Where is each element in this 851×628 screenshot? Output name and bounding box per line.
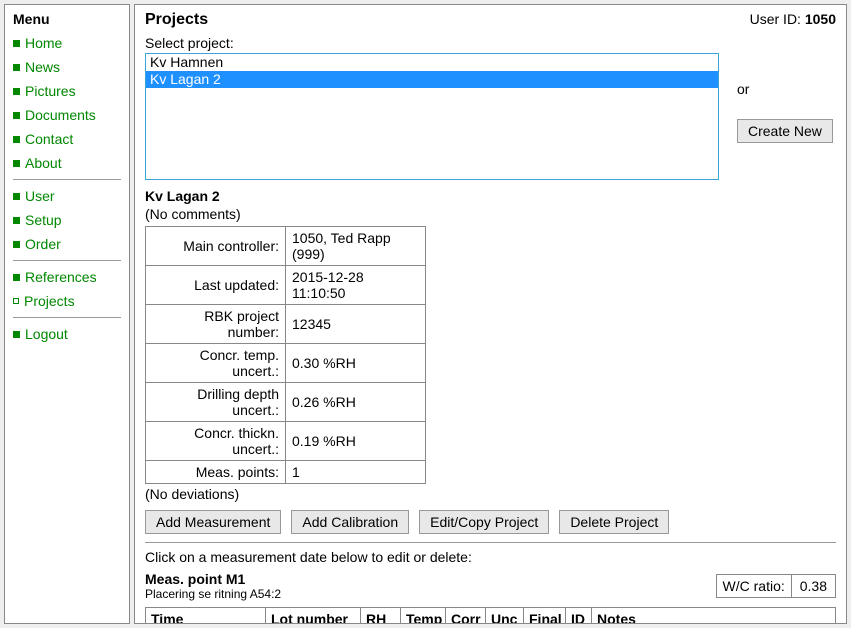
add-calibration-button[interactable]: Add Calibration	[291, 510, 409, 534]
sidebar-item-label: Logout	[25, 326, 68, 342]
bullet-icon	[13, 331, 20, 338]
column-header: Corr	[446, 608, 486, 625]
sidebar-item-logout[interactable]: Logout	[13, 322, 121, 346]
property-key: Concr. temp. uncert.:	[146, 344, 286, 383]
sidebar-item-label: References	[25, 269, 97, 285]
property-value: 0.30 %RH	[286, 344, 426, 383]
project-option[interactable]: Kv Hamnen	[146, 54, 718, 71]
sidebar-item-label: About	[25, 155, 62, 171]
column-header: Time	[146, 608, 266, 625]
column-header: ID	[566, 608, 592, 625]
bullet-icon	[13, 112, 20, 119]
bullet-icon	[13, 64, 20, 71]
edit-copy-project-button[interactable]: Edit/Copy Project	[419, 510, 549, 534]
wc-ratio-label: W/C ratio:	[717, 575, 791, 597]
sidebar-item-home[interactable]: Home	[13, 31, 121, 55]
bullet-icon	[13, 274, 20, 281]
bullet-icon	[13, 298, 19, 304]
project-option[interactable]: Kv Lagan 2	[146, 71, 718, 88]
sidebar-menu: Menu Home News Pictures Documents Contact Abo…	[4, 4, 130, 624]
column-header: Lot number	[266, 608, 361, 625]
sidebar-item-contact[interactable]: Contact	[13, 127, 121, 151]
project-comments: (No comments)	[145, 206, 836, 222]
meas-point-subtitle: Placering se ritning A54:2	[145, 587, 281, 601]
property-key: Concr. thickn. uncert.:	[146, 422, 286, 461]
sidebar-item-references[interactable]: References	[13, 265, 121, 289]
bullet-icon	[13, 193, 20, 200]
property-value: 1	[286, 461, 426, 484]
project-select[interactable]: Kv HamnenKv Lagan 2	[145, 53, 719, 180]
column-header: Final	[524, 608, 566, 625]
main-panel: Projects User ID: 1050 Select project: K…	[134, 4, 847, 624]
sidebar-item-label: Documents	[25, 107, 96, 123]
property-value: 0.26 %RH	[286, 383, 426, 422]
property-key: Meas. points:	[146, 461, 286, 484]
bullet-icon	[13, 40, 20, 47]
sidebar-item-documents[interactable]: Documents	[13, 103, 121, 127]
column-header: Temp	[401, 608, 446, 625]
select-project-label: Select project:	[145, 35, 836, 51]
column-header: RH	[361, 608, 401, 625]
property-value: 0.19 %RH	[286, 422, 426, 461]
project-name: Kv Lagan 2	[145, 188, 836, 204]
sidebar-item-news[interactable]: News	[13, 55, 121, 79]
bullet-icon	[13, 241, 20, 248]
sidebar-item-label: News	[25, 59, 60, 75]
menu-title: Menu	[13, 11, 121, 27]
sidebar-item-label: Home	[25, 35, 62, 51]
sidebar-item-label: Order	[25, 236, 61, 252]
sidebar-item-setup[interactable]: Setup	[13, 208, 121, 232]
sidebar-item-order[interactable]: Order	[13, 232, 121, 256]
column-header: Notes	[592, 608, 836, 625]
sidebar-item-pictures[interactable]: Pictures	[13, 79, 121, 103]
sidebar-item-label: Contact	[25, 131, 73, 147]
property-value: 12345	[286, 305, 426, 344]
project-properties-table: Main controller:1050, Ted Rapp (999)Last…	[145, 226, 426, 484]
bullet-icon	[13, 88, 20, 95]
or-label: or	[737, 81, 749, 97]
wc-ratio-box: W/C ratio: 0.38	[716, 574, 836, 598]
meas-point-title: Meas. point M1	[145, 571, 281, 587]
bullet-icon	[13, 160, 20, 167]
column-header: Unc	[486, 608, 524, 625]
property-key: Drilling depth uncert.:	[146, 383, 286, 422]
bullet-icon	[13, 217, 20, 224]
measurements-table: TimeLot numberRHTempCorrUncFinalIDNotes2…	[145, 607, 836, 624]
sidebar-item-projects[interactable]: Projects	[13, 289, 121, 313]
sidebar-item-label: User	[25, 188, 55, 204]
sidebar-item-label: Setup	[25, 212, 62, 228]
add-measurement-button[interactable]: Add Measurement	[145, 510, 281, 534]
user-id: User ID: 1050	[750, 11, 836, 27]
property-value: 1050, Ted Rapp (999)	[286, 227, 426, 266]
sidebar-item-about[interactable]: About	[13, 151, 121, 175]
property-key: RBK project number:	[146, 305, 286, 344]
property-key: Main controller:	[146, 227, 286, 266]
delete-project-button[interactable]: Delete Project	[559, 510, 669, 534]
wc-ratio-value: 0.38	[791, 575, 835, 597]
measurement-hint: Click on a measurement date below to edi…	[145, 549, 836, 565]
create-new-button[interactable]: Create New	[737, 119, 833, 143]
page-title: Projects	[145, 11, 208, 29]
bullet-icon	[13, 136, 20, 143]
sidebar-item-user[interactable]: User	[13, 184, 121, 208]
property-value: 2015-12-28 11:10:50	[286, 266, 426, 305]
property-key: Last updated:	[146, 266, 286, 305]
sidebar-item-label: Projects	[24, 293, 75, 309]
sidebar-item-label: Pictures	[25, 83, 76, 99]
project-deviations: (No deviations)	[145, 486, 836, 502]
